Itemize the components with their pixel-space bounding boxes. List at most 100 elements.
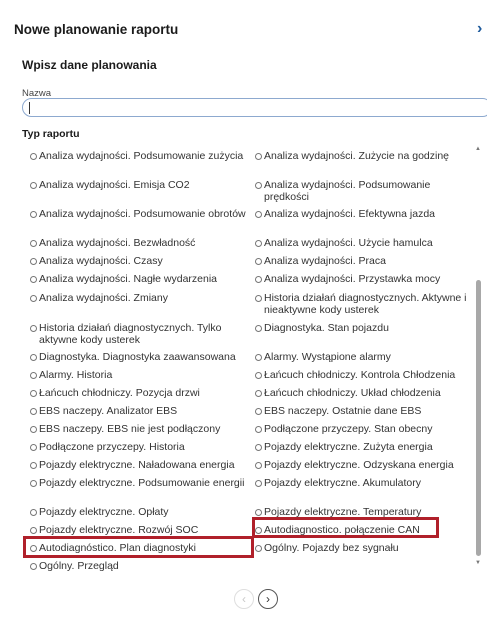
radio-button[interactable]	[255, 181, 262, 189]
report-type-option-label: Ogólny. Pojazdy bez sygnału	[264, 542, 399, 554]
radio-button[interactable]	[30, 389, 37, 397]
report-type-option-label: Pojazdy elektryczne. Zużyta energia	[264, 441, 433, 453]
report-type-option[interactable]: EBS naczepy. EBS nie jest podłączony	[30, 423, 256, 435]
radio-button[interactable]	[255, 479, 262, 487]
chevron-right-icon[interactable]: ›	[258, 589, 278, 609]
report-type-option-label: Historia działań diagnostycznych. Tylko …	[39, 322, 222, 346]
radio-button[interactable]	[255, 152, 262, 160]
report-type-option[interactable]: Pojazdy elektryczne. Odzyskana energia	[255, 459, 470, 471]
radio-button[interactable]	[30, 562, 37, 570]
report-type-option[interactable]: Analiza wydajności. Podsumowanie obrotów	[30, 208, 256, 220]
report-type-option[interactable]: Łańcuch chłodniczy. Układ chłodzenia	[255, 387, 470, 399]
report-type-option[interactable]: Analiza wydajności. Nagłe wydarzenia	[30, 273, 256, 285]
radio-button[interactable]	[255, 508, 262, 516]
report-type-option-label: Diagnostyka. Diagnostyka zaawansowana	[39, 351, 236, 363]
radio-button[interactable]	[255, 257, 262, 265]
scroll-up-icon[interactable]: ▲	[475, 146, 481, 152]
report-type-option[interactable]: EBS naczepy. Ostatnie dane EBS	[255, 405, 470, 417]
report-type-option-label: EBS naczepy. EBS nie jest podłączony	[39, 423, 221, 435]
report-type-option[interactable]: Pojazdy elektryczne. Temperatury	[255, 506, 470, 518]
radio-button[interactable]	[30, 239, 37, 247]
report-type-option-label: Pojazdy elektryczne. Akumulatory	[264, 477, 421, 489]
report-type-option[interactable]: Pojazdy elektryczne. Zużyta energia	[255, 441, 470, 453]
name-input[interactable]	[22, 98, 487, 117]
report-type-option[interactable]: Łańcuch chłodniczy. Pozycja drzwi	[30, 387, 256, 399]
report-type-option[interactable]: Podłączone przyczepy. Historia	[30, 441, 256, 453]
chevron-left-icon[interactable]: ‹	[234, 589, 254, 609]
radio-button[interactable]	[30, 508, 37, 516]
radio-button[interactable]	[30, 275, 37, 283]
radio-button[interactable]	[30, 443, 37, 451]
chevron-right-icon[interactable]: ›	[477, 20, 487, 38]
report-type-option[interactable]: Diagnostyka. Stan pojazdu	[255, 322, 470, 334]
radio-button[interactable]	[30, 257, 37, 265]
report-type-option[interactable]: Historia działań diagnostycznych. Tylko …	[30, 322, 256, 346]
radio-button[interactable]	[255, 371, 262, 379]
section-subtitle: Wpisz dane planowania	[22, 58, 157, 72]
radio-button[interactable]	[30, 210, 37, 218]
report-type-option[interactable]: Ogólny. Przegląd	[30, 560, 256, 572]
report-type-option[interactable]: Alarmy. Historia	[30, 369, 256, 381]
report-type-option[interactable]: Analiza wydajności. Użycie hamulca	[255, 237, 470, 249]
report-type-option-label: Analiza wydajności. Zużycie na godzinę	[264, 150, 450, 162]
report-type-option[interactable]: EBS naczepy. Analizator EBS	[30, 405, 256, 417]
radio-button[interactable]	[255, 294, 262, 302]
radio-button[interactable]	[30, 152, 37, 160]
radio-button[interactable]	[255, 544, 262, 552]
report-type-option[interactable]: Analiza wydajności. Efektywna jazda	[255, 208, 470, 220]
report-type-option[interactable]: Autodiagnostico. połączenie CAN	[255, 524, 470, 536]
radio-button[interactable]	[255, 275, 262, 283]
report-type-option-label: Historia działań diagnostycznych. Aktywn…	[264, 292, 467, 316]
report-type-option[interactable]: Analiza wydajności. Podsumowanie zużycia	[30, 150, 256, 162]
report-type-option-label: Podłączone przyczepy. Stan obecny	[264, 423, 433, 435]
scrollbar[interactable]: ▲ ▼	[473, 146, 483, 570]
radio-button[interactable]	[255, 461, 262, 469]
report-type-option[interactable]: Diagnostyka. Diagnostyka zaawansowana	[30, 351, 256, 363]
scrollbar-thumb[interactable]	[476, 280, 481, 556]
radio-button[interactable]	[255, 526, 262, 534]
report-type-option[interactable]: Pojazdy elektryczne. Akumulatory	[255, 477, 470, 489]
radio-button[interactable]	[30, 353, 37, 361]
radio-button[interactable]	[255, 239, 262, 247]
radio-button[interactable]	[30, 425, 37, 433]
report-type-option[interactable]: Analiza wydajności. Emisja CO2	[30, 179, 256, 191]
report-type-option[interactable]: Łańcuch chłodniczy. Kontrola Chłodzenia	[255, 369, 470, 381]
report-type-option-label: Analiza wydajności. Nagłe wydarzenia	[39, 273, 218, 285]
report-type-option[interactable]: Analiza wydajności. Zużycie na godzinę	[255, 150, 470, 162]
report-type-option-label: Alarmy. Historia	[39, 369, 113, 381]
radio-button[interactable]	[255, 425, 262, 433]
radio-button[interactable]	[30, 294, 37, 302]
radio-button[interactable]	[30, 181, 37, 189]
report-type-option[interactable]: Pojazdy elektryczne. Opłaty	[30, 506, 256, 518]
radio-button[interactable]	[255, 324, 262, 332]
report-type-option[interactable]: Historia działań diagnostycznych. Aktywn…	[255, 292, 470, 316]
report-type-option[interactable]: Ogólny. Pojazdy bez sygnału	[255, 542, 470, 554]
report-type-option[interactable]: Pojazdy elektryczne. Podsumowanie energi…	[30, 477, 256, 489]
report-type-option[interactable]: Pojazdy elektryczne. Naładowana energia	[30, 459, 256, 471]
report-type-option[interactable]: Analiza wydajności. Czasy	[30, 255, 256, 267]
radio-button[interactable]	[255, 210, 262, 218]
report-type-option[interactable]: Analiza wydajności. Praca	[255, 255, 470, 267]
radio-button[interactable]	[30, 407, 37, 415]
radio-button[interactable]	[255, 443, 262, 451]
radio-button[interactable]	[30, 324, 37, 332]
radio-button[interactable]	[255, 407, 262, 415]
report-type-option[interactable]: Pojazdy elektryczne. Rozwój SOC	[30, 524, 256, 536]
radio-button[interactable]	[30, 544, 37, 552]
radio-button[interactable]	[30, 371, 37, 379]
report-type-option[interactable]: Analiza wydajności. Przystawka mocy	[255, 273, 470, 285]
radio-button[interactable]	[255, 389, 262, 397]
report-type-option[interactable]: Analiza wydajności. Bezwładność	[30, 237, 256, 249]
radio-button[interactable]	[30, 479, 37, 487]
report-type-option-label: Łańcuch chłodniczy. Kontrola Chłodzenia	[264, 369, 456, 381]
report-type-option[interactable]: Analiza wydajności. Zmiany	[30, 292, 256, 304]
report-type-option[interactable]: Autodiagnóstico. Plan diagnostyki	[30, 542, 256, 554]
radio-button[interactable]	[255, 353, 262, 361]
radio-button[interactable]	[30, 461, 37, 469]
radio-button[interactable]	[30, 526, 37, 534]
report-type-option[interactable]: Alarmy. Wystąpione alarmy	[255, 351, 470, 363]
report-type-option[interactable]: Analiza wydajności. Podsumowanie prędkoś…	[255, 179, 470, 203]
report-type-option[interactable]: Podłączone przyczepy. Stan obecny	[255, 423, 470, 435]
report-type-option-label: Analiza wydajności. Emisja CO2	[39, 179, 190, 191]
scroll-down-icon[interactable]: ▼	[475, 560, 481, 566]
